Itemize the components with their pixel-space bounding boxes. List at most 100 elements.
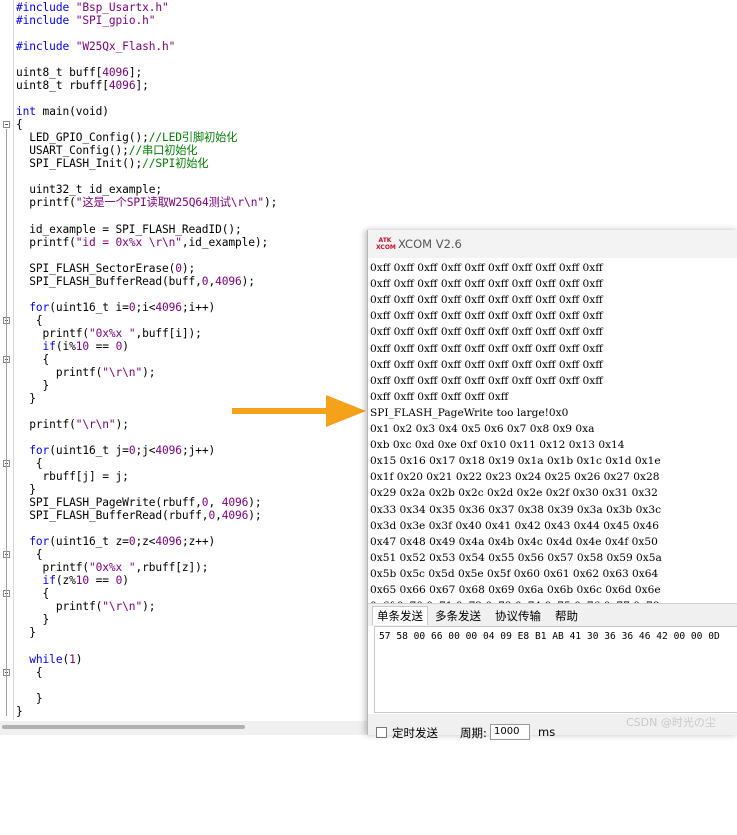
code-line: printf("\r\n"); <box>16 418 129 431</box>
receive-line: 0x33 0x34 0x35 0x36 0x37 0x38 0x39 0x3a … <box>370 503 662 516</box>
fold-guide <box>6 129 7 716</box>
code-token: } <box>16 704 23 718</box>
code-token: ); <box>263 196 278 210</box>
code-token: } <box>16 613 50 627</box>
code-token: id_example = SPI_FLASH_ReadID(); <box>16 222 242 236</box>
code-token: for <box>16 535 50 549</box>
code-token: "id = 0x%x \r\n" <box>75 235 182 249</box>
code-token: (uint16_t j= <box>49 444 129 458</box>
code-token: //串口初始化 <box>128 144 198 158</box>
code-token: (i% <box>55 339 76 353</box>
orange-arrow-icon <box>232 395 366 427</box>
xcom-window[interactable]: ATK XCOM XCOM V2.6 0xff 0xff 0xff 0xff 0x… <box>367 230 737 740</box>
code-token: #include <box>16 1 76 14</box>
code-token: "\r\n" <box>102 600 143 614</box>
code-line: for(uint16_t j=0;j<4096;j++) <box>16 444 215 457</box>
code-token: int <box>16 105 36 119</box>
code-token: ) <box>122 339 129 353</box>
code-token: #include <box>16 14 76 28</box>
code-token: { <box>16 665 43 679</box>
code-token: { <box>16 313 43 327</box>
code-token: ) <box>75 652 83 666</box>
atk-logo-icon: ATK XCOM <box>376 237 396 251</box>
code-token: printf( <box>16 365 103 379</box>
code-token: ,id_example); <box>181 235 269 249</box>
send-input[interactable]: 57 58 00 66 00 00 04 09 E8 B1 AB 41 30 3… <box>374 626 737 713</box>
code-line: printf("\r\n"); <box>16 365 156 379</box>
code-token: { <box>16 118 23 132</box>
code-line: rbuff[j] = j; <box>16 470 129 483</box>
code-token: //SPI初始化 <box>142 157 209 171</box>
code-token: for <box>16 300 50 314</box>
fold-gutter <box>0 0 14 720</box>
xcom-titlebar[interactable]: ATK XCOM XCOM V2.6 <box>368 230 737 258</box>
code-token: printf( <box>16 196 76 210</box>
receive-line: 0x3d 0x3e 0x3f 0x40 0x41 0x42 0x43 0x44 … <box>370 519 660 532</box>
code-token: (uint16_t i= <box>49 300 129 314</box>
code-token: #include <box>16 40 76 54</box>
code-token: 4096 <box>155 535 182 549</box>
send-text: 57 58 00 66 00 00 04 09 E8 B1 AB 41 30 3… <box>379 631 720 642</box>
receive-area[interactable]: 0xff 0xff 0xff 0xff 0xff 0xff 0xff 0xff … <box>368 258 737 835</box>
code-token: if <box>16 339 56 353</box>
code-token: ); <box>142 365 156 379</box>
tab-help[interactable]: 帮助 <box>555 607 578 625</box>
code-token: (uint16_t z= <box>49 535 129 549</box>
code-line: { <box>16 587 50 601</box>
code-token: ;z< <box>135 535 156 549</box>
code-token: main(void) <box>35 105 109 119</box>
code-line: uint8_t rbuff[4096]; <box>16 79 149 92</box>
code-token: ;i< <box>135 300 156 314</box>
code-line: uint8_t buff[4096]; <box>16 66 142 79</box>
code-token: ,rbuff[z]); <box>135 561 209 575</box>
receive-line: 0x65 0x66 0x67 0x68 0x69 0x6a 0x6b 0x6c … <box>370 584 661 596</box>
code-token: printf( <box>16 561 90 575</box>
code-token: ) <box>122 574 129 588</box>
code-token: ); <box>142 600 156 614</box>
code-line: USART_Config();//串口初始化 <box>16 144 198 158</box>
fold-toggle-icon[interactable] <box>3 121 10 129</box>
code-token: ); <box>181 261 196 275</box>
code-token: printf( <box>16 326 90 340</box>
code-line: { <box>16 548 43 561</box>
code-token: LED_GPIO_Config(); <box>16 131 149 145</box>
code-token: 4096 <box>221 509 249 523</box>
code-token: printf( <box>16 235 76 249</box>
receive-line: 0xff 0xff 0xff 0xff 0xff 0xff <box>370 390 509 403</box>
code-line: { <box>16 457 43 470</box>
code-token: ); <box>115 417 129 431</box>
code-token: { <box>16 587 50 601</box>
watermark: CSDN @时光の尘 <box>626 716 716 729</box>
code-token: 4096 <box>155 300 182 314</box>
receive-line: 0xff 0xff 0xff 0xff 0xff 0xff 0xff 0xff … <box>370 326 603 339</box>
code-line: } <box>16 626 36 639</box>
period-input[interactable]: 1000 <box>490 724 530 740</box>
tab-protocol[interactable]: 协议传输 <box>495 607 541 625</box>
code-token: "Bsp_Usartx.h" <box>75 1 169 14</box>
receive-line: 0x47 0x48 0x49 0x4a 0x4b 0x4c 0x4d 0x4e … <box>370 535 658 548</box>
code-line: printf("0x%x ",rbuff[z]); <box>16 561 209 575</box>
timed-send-checkbox[interactable] <box>376 727 387 738</box>
code-line: int main(void) <box>16 105 109 118</box>
code-line: printf("\r\n"); <box>16 600 156 614</box>
code-line: { <box>16 666 43 679</box>
code-token: USART_Config(); <box>16 144 129 158</box>
code-token: 0 <box>175 261 182 275</box>
code-token: "0x%x " <box>89 561 136 575</box>
code-line: LED_GPIO_Config();//LED引脚初始化 <box>16 131 237 144</box>
scrollbar-thumb[interactable] <box>2 725 245 729</box>
code-line: #include "Bsp_Usartx.h" <box>16 1 169 14</box>
code-token: ;z++) <box>181 535 216 549</box>
code-token: "\r\n" <box>102 365 143 379</box>
code-token: ]; <box>128 66 143 80</box>
code-line: SPI_FLASH_PageWrite(rbuff,0, 4096); <box>16 496 261 509</box>
code-token: (z% <box>55 574 76 588</box>
tab-single-send[interactable]: 单条发送 <box>372 606 428 625</box>
code-token: ]; <box>135 79 149 93</box>
timed-send-label: 定时发送 <box>392 726 438 740</box>
code-token: ;j++) <box>181 444 216 458</box>
code-token: "SPI_gpio.h" <box>75 14 156 28</box>
code-token: 10 <box>75 339 90 353</box>
tab-multi-send[interactable]: 多条发送 <box>435 607 481 625</box>
code-line: SPI_FLASH_BufferRead(rbuff,0,4096); <box>16 509 261 523</box>
